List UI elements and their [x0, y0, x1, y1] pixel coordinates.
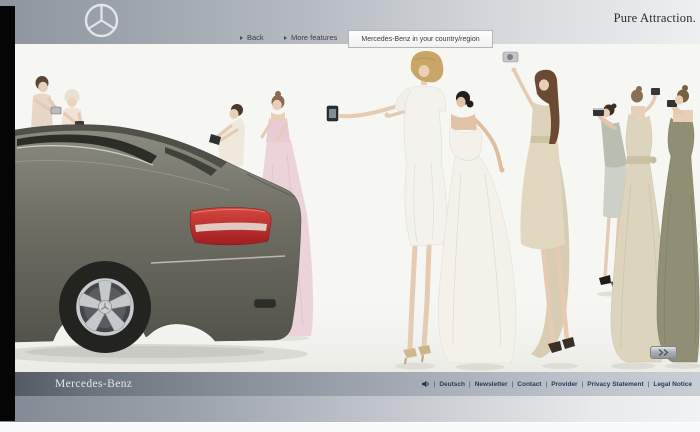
car-wheel	[59, 261, 151, 353]
bottom-strip	[0, 422, 700, 432]
lower-gradient-bar	[0, 396, 700, 422]
footer-link-legal[interactable]: Legal Notice	[644, 381, 692, 388]
left-black-strip	[0, 6, 15, 421]
mercedes-star-logo-icon[interactable]	[83, 2, 120, 39]
footer-link-contact[interactable]: Contact	[508, 381, 541, 388]
arrow-bullet-icon	[240, 35, 243, 40]
footer-link-newsletter[interactable]: Newsletter	[465, 381, 508, 388]
studio-scene	[15, 44, 700, 372]
double-chevron-right-icon	[658, 349, 668, 356]
mercedes-benz-wordmark: Mercedes-Benz	[55, 378, 133, 390]
carousel-next-button[interactable]	[650, 346, 677, 359]
hero-photo	[15, 44, 700, 372]
tab-country-region[interactable]: Mercedes-Benz in your country/region	[348, 30, 493, 48]
brand-bar: Mercedes-Benz Deutsch Newsletter Contact…	[0, 372, 700, 396]
page-claim: Pure Attraction.	[613, 11, 696, 25]
app-window: Pure Attraction. Back More features Merc…	[0, 0, 700, 432]
footer-link-language[interactable]: Deutsch	[430, 381, 465, 388]
nav-back-link[interactable]: Back	[240, 33, 264, 42]
nav-back-label: Back	[247, 33, 264, 42]
footer-link-provider[interactable]: Provider	[541, 381, 577, 388]
car-exhaust	[253, 298, 277, 309]
nav-more-features-label: More features	[291, 33, 338, 42]
arrow-bullet-icon	[284, 35, 287, 40]
speaker-icon[interactable]	[421, 380, 430, 388]
footer-links: Deutsch Newsletter Contact Provider Priv…	[421, 372, 692, 396]
car-taillight	[189, 207, 272, 246]
footer-link-privacy[interactable]: Privacy Statement	[578, 381, 643, 388]
nav-more-features-link[interactable]: More features	[284, 33, 337, 42]
tab-country-region-label: Mercedes-Benz in your country/region	[361, 35, 480, 43]
